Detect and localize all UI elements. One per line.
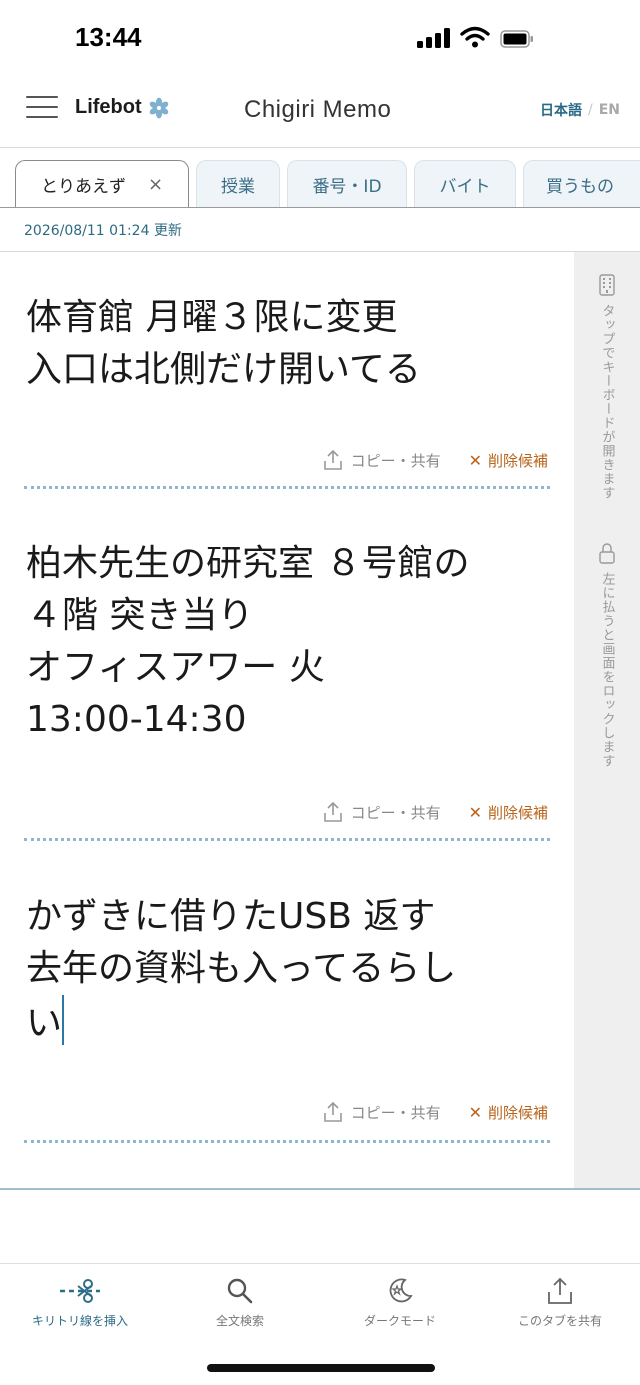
- cut-line-divider: [24, 486, 550, 489]
- tab-label: とりあえず: [40, 177, 126, 197]
- delete-x-icon: ✕: [468, 802, 482, 822]
- home-indicator[interactable]: [207, 1364, 435, 1372]
- nav-label: 全文検索: [215, 1314, 264, 1328]
- memo-text-content: かずきに借りたUSB 返す 去年の資料も入ってるらし い: [26, 896, 457, 1044]
- copy-share-label: コピー・共有: [350, 803, 441, 822]
- delete-x-icon: ✕: [468, 450, 482, 470]
- tab-baito[interactable]: バイト: [414, 160, 516, 207]
- text-cursor: [62, 995, 65, 1045]
- menu-icon[interactable]: [26, 96, 58, 118]
- brand-name: Lifebot: [75, 96, 142, 118]
- nav-label: このタブを共有: [517, 1314, 602, 1328]
- last-updated: 2026/08/11 01:24 更新: [24, 223, 182, 239]
- scissors-line-icon: [58, 1276, 102, 1306]
- close-tab-icon[interactable]: ×: [148, 174, 163, 195]
- lock-hint-text: 左に払うと画面をロックします: [599, 572, 615, 768]
- delete-candidate-button[interactable]: ✕ 削除候補: [469, 802, 548, 823]
- tab-label: 番号・ID: [312, 177, 382, 197]
- tab-bango-id[interactable]: 番号・ID: [287, 160, 407, 207]
- content-bottom-divider: [0, 1188, 640, 1190]
- language-switcher: 日本語 / EN: [540, 100, 620, 120]
- share-tab-button[interactable]: このタブを共有: [480, 1276, 640, 1329]
- delete-label: 削除候補: [487, 803, 548, 822]
- keyboard-hint[interactable]: タップでキーボードが開きます: [596, 274, 618, 500]
- memo-list[interactable]: 体育館 月曜３限に変更 入口は北側だけ開いてる コピー・共有 ✕ 削除候補 柏木…: [0, 252, 574, 1188]
- app-title: Chigiri Memo: [244, 96, 392, 123]
- copy-share-button[interactable]: コピー・共有: [323, 1101, 441, 1123]
- tab-label: 買うもの: [546, 177, 614, 197]
- delete-candidate-button[interactable]: ✕ 削除候補: [469, 1102, 548, 1123]
- tab-label: バイト: [439, 177, 491, 197]
- memo-actions: コピー・共有 ✕ 削除候補: [323, 1101, 548, 1123]
- keyboard-icon: [599, 274, 615, 296]
- memo-text[interactable]: 柏木先生の研究室 ８号館の ４階 突き当り オフィスアワー 火 13:00-14…: [26, 538, 546, 746]
- moon-star-icon: [378, 1276, 422, 1306]
- status-icons: [417, 26, 534, 48]
- copy-share-label: コピー・共有: [350, 1103, 441, 1122]
- copy-share-label: コピー・共有: [350, 451, 441, 470]
- copy-share-button[interactable]: コピー・共有: [323, 801, 441, 823]
- memo-actions: コピー・共有 ✕ 削除候補: [323, 449, 548, 471]
- app-header: Lifebot Chigiri Memo 日本語 / EN: [0, 76, 640, 148]
- nav-label: キリトリ線を挿入: [31, 1314, 128, 1328]
- delete-label: 削除候補: [487, 1103, 548, 1122]
- side-rail[interactable]: タップでキーボードが開きます 左に払うと画面をロックします: [574, 252, 640, 1188]
- dark-mode-button[interactable]: ダークモード: [320, 1276, 480, 1329]
- cut-line-divider: [24, 1140, 550, 1143]
- share-icon: [323, 449, 342, 470]
- status-time: 13:44: [75, 22, 142, 52]
- delete-label: 削除候補: [487, 451, 548, 470]
- delete-x-icon: ✕: [468, 1102, 482, 1122]
- wifi-icon: [460, 26, 490, 48]
- lock-hint[interactable]: 左に払うと画面をロックします: [596, 542, 618, 768]
- flower-logo-icon: [149, 97, 168, 118]
- brand: Lifebot: [75, 96, 170, 119]
- cut-line-divider: [24, 838, 550, 841]
- keyboard-hint-text: タップでキーボードが開きます: [599, 304, 615, 500]
- memo-text[interactable]: 体育館 月曜３限に変更 入口は北側だけ開いてる: [26, 292, 546, 396]
- share-icon: [323, 801, 342, 822]
- copy-share-button[interactable]: コピー・共有: [323, 449, 441, 471]
- share-icon: [323, 1101, 342, 1122]
- lang-en-option[interactable]: EN: [599, 102, 620, 118]
- tab-toriaezu[interactable]: とりあえず ×: [15, 160, 189, 207]
- tab-label: 授業: [221, 177, 255, 197]
- tab-bar: とりあえず × 授業 番号・ID バイト 買うもの: [0, 148, 640, 208]
- lang-separator: /: [588, 102, 593, 118]
- tab-jugyo[interactable]: 授業: [196, 160, 280, 207]
- search-icon: [218, 1276, 262, 1306]
- share-icon: [538, 1276, 582, 1306]
- lock-icon: [599, 543, 615, 564]
- tab-kaumono[interactable]: 買うもの: [523, 160, 640, 207]
- full-text-search-button[interactable]: 全文検索: [160, 1276, 320, 1329]
- nav-label: ダークモード: [363, 1314, 436, 1328]
- battery-icon: [500, 30, 533, 48]
- delete-candidate-button[interactable]: ✕ 削除候補: [469, 450, 548, 471]
- status-bar: 13:44: [0, 0, 640, 76]
- memo-actions: コピー・共有 ✕ 削除候補: [323, 801, 548, 823]
- cellular-signal-icon: [417, 28, 450, 48]
- lang-ja-option[interactable]: 日本語: [540, 100, 582, 120]
- insert-cut-line-button[interactable]: キリトリ線を挿入: [0, 1276, 160, 1329]
- memo-text[interactable]: かずきに借りたUSB 返す 去年の資料も入ってるらし い: [26, 891, 546, 1050]
